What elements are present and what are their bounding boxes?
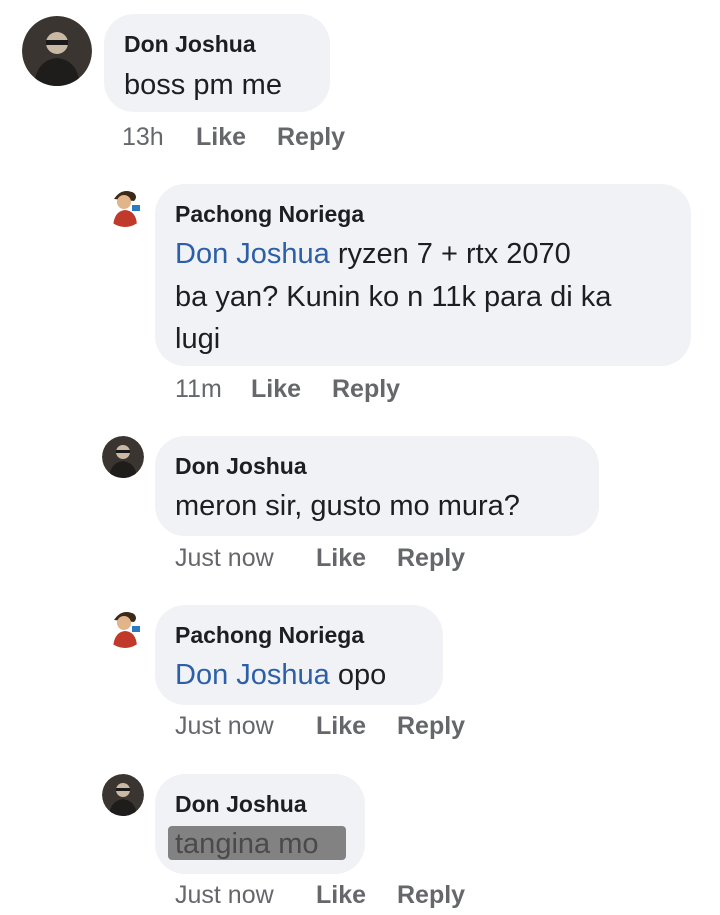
- comment-text-line: Don Joshua opo: [175, 659, 386, 692]
- like-button[interactable]: Like: [251, 375, 301, 404]
- profile-photo-icon: [102, 436, 144, 478]
- comment-text: meron sir, gusto mo mura?: [175, 490, 520, 522]
- pachong-noriega-avatar[interactable]: [104, 606, 146, 648]
- comment-thread: Don Joshua boss pm me 13h Like Reply Pac…: [0, 0, 720, 915]
- profile-photo-icon: [104, 606, 146, 648]
- reply-button[interactable]: Reply: [332, 375, 400, 404]
- comment-author[interactable]: Don Joshua: [175, 791, 307, 818]
- comment-timestamp[interactable]: Just now: [175, 712, 274, 741]
- reply-button[interactable]: Reply: [397, 544, 465, 573]
- comment-text: opo: [329, 659, 387, 691]
- reply-button[interactable]: Reply: [397, 712, 465, 741]
- comment-author[interactable]: Pachong Noriega: [175, 622, 364, 649]
- like-button[interactable]: Like: [316, 544, 366, 573]
- comment-text-line-1: Don Joshua ryzen 7 + rtx 2070: [175, 238, 571, 271]
- comment-timestamp[interactable]: Just now: [175, 544, 274, 573]
- reply-button[interactable]: Reply: [277, 123, 345, 152]
- comment-text-censored: tangina mo: [175, 828, 319, 860]
- comment-text-line-3: lugi: [175, 323, 221, 355]
- profile-photo-icon: [22, 16, 92, 86]
- comment-timestamp[interactable]: 11m: [175, 375, 222, 404]
- reply-button[interactable]: Reply: [397, 881, 465, 910]
- mention-link[interactable]: Don Joshua: [175, 238, 330, 270]
- comment-text: ryzen 7 + rtx 2070: [329, 238, 571, 270]
- like-button[interactable]: Like: [196, 123, 246, 152]
- like-button[interactable]: Like: [316, 712, 366, 741]
- like-button[interactable]: Like: [316, 881, 366, 910]
- comment-timestamp[interactable]: Just now: [175, 881, 274, 910]
- comment-author[interactable]: Pachong Noriega: [175, 201, 364, 228]
- don-joshua-avatar[interactable]: [22, 16, 92, 86]
- comment-timestamp[interactable]: 13h: [122, 123, 164, 152]
- don-joshua-avatar[interactable]: [102, 774, 144, 816]
- comment-author[interactable]: Don Joshua: [175, 453, 307, 480]
- comment-author[interactable]: Don Joshua: [124, 31, 256, 58]
- profile-photo-icon: [104, 185, 146, 227]
- pachong-noriega-avatar[interactable]: [104, 185, 146, 227]
- profile-photo-icon: [102, 774, 144, 816]
- don-joshua-avatar[interactable]: [102, 436, 144, 478]
- mention-link[interactable]: Don Joshua: [175, 659, 330, 691]
- comment-text: boss pm me: [124, 69, 282, 101]
- comment-text-line-2: ba yan? Kunin ko n 11k para di ka: [175, 281, 612, 313]
